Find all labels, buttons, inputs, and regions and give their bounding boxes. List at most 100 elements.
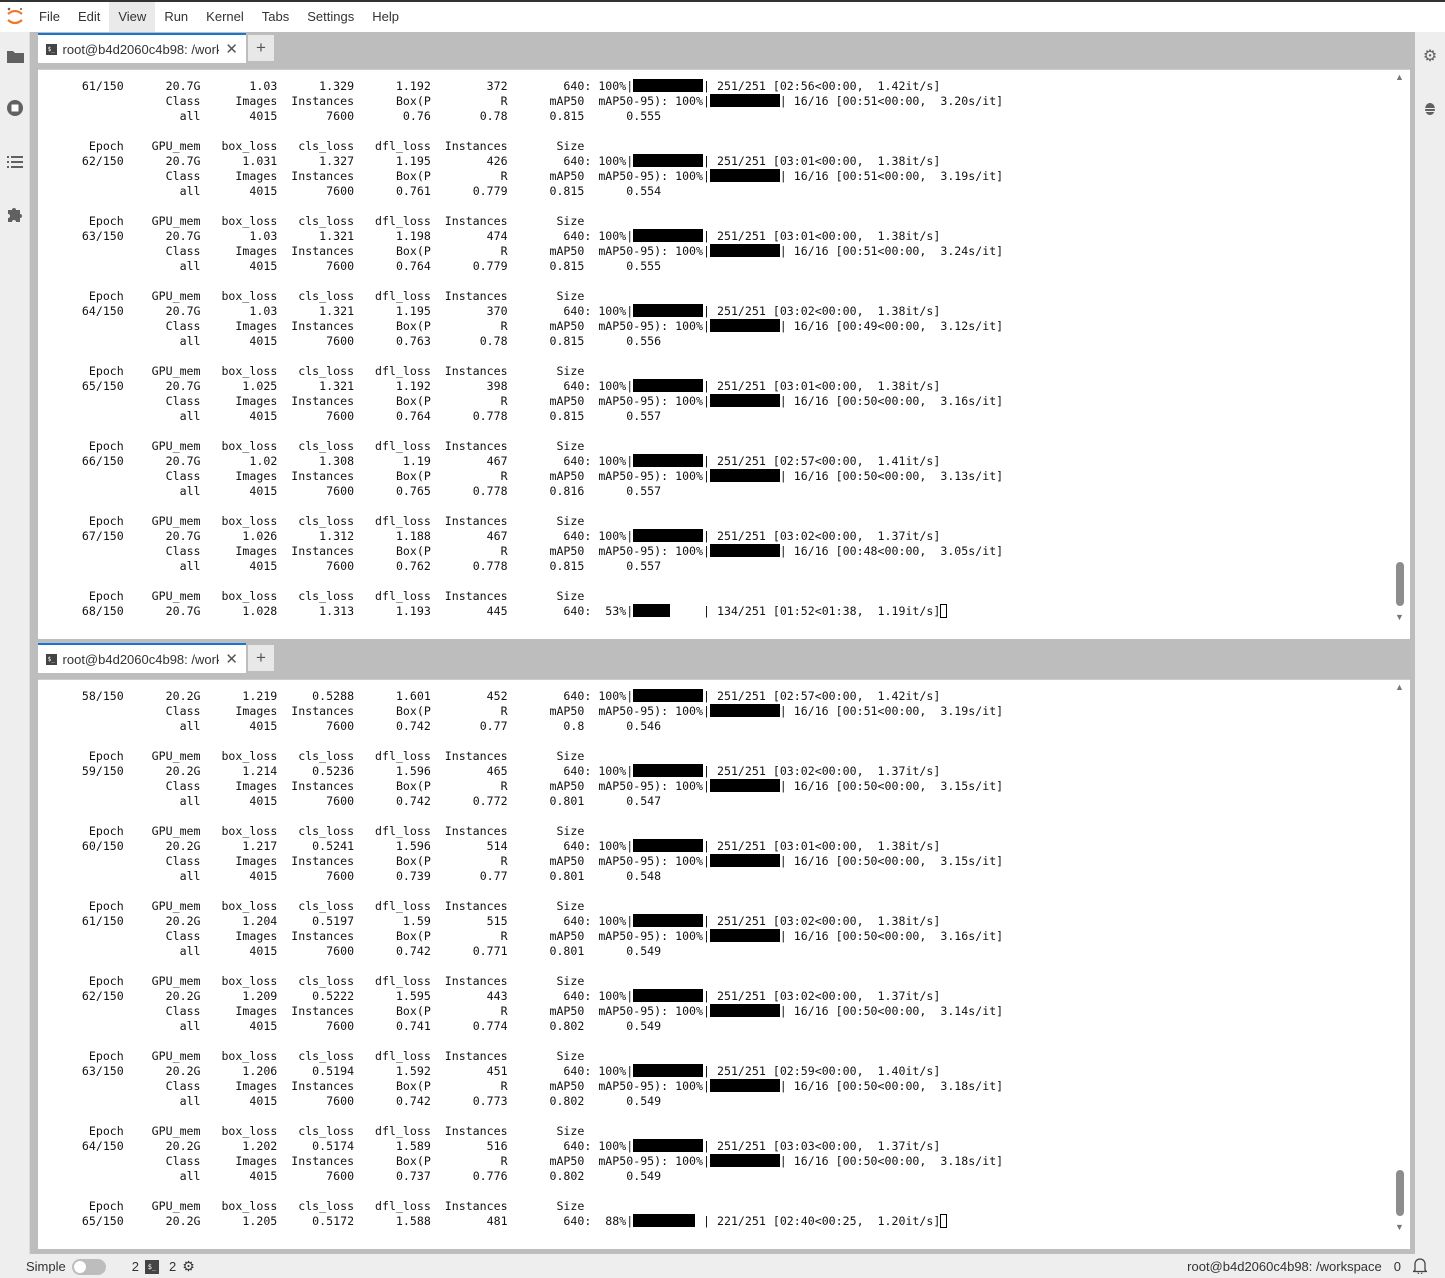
progress-bar-fill xyxy=(710,244,780,257)
column-header: Class xyxy=(165,1079,201,1093)
menu-help[interactable]: Help xyxy=(363,2,408,32)
progress-timing: 00:51<00:00, 3.19s/it xyxy=(842,169,997,183)
debugger-bug-icon[interactable] xyxy=(1420,98,1440,118)
column-header: Size xyxy=(556,439,585,453)
column-header: mAP50-95) xyxy=(598,394,662,408)
terminal-output[interactable]: 58/150 20.2G 1.219 0.5288 1.601 452 640: 100%| |… xyxy=(38,679,1410,1249)
column-header: cls_loss xyxy=(298,1124,355,1138)
column-header: dfl_loss xyxy=(374,1049,431,1063)
new-tab-button[interactable]: + xyxy=(248,35,274,61)
column-header: R xyxy=(500,854,508,868)
column-header: Epoch xyxy=(88,514,124,528)
cls-loss-value: 1.321 xyxy=(319,379,355,393)
class-value: all xyxy=(179,1019,201,1033)
scrollbar-thumb[interactable] xyxy=(1396,562,1404,606)
separator-text: | xyxy=(626,989,634,1003)
separator-text: : xyxy=(661,544,669,558)
progress-count: 16/16 xyxy=(793,319,829,333)
column-header: Box(P xyxy=(395,929,431,943)
bell-icon[interactable] xyxy=(1411,1256,1429,1277)
column-header: cls_loss xyxy=(298,364,355,378)
gpu-mem-value: 20.7G xyxy=(165,529,201,543)
dfl-loss-value: 1.592 xyxy=(395,1064,431,1078)
scrollbar[interactable]: ▲ ▼ xyxy=(1394,70,1406,639)
box-loss-value: 1.209 xyxy=(242,989,278,1003)
validation-metrics-line: all 4015 7600 0.761 0.779 0.815 0.554 xyxy=(47,184,1003,199)
extension-puzzle-icon[interactable] xyxy=(5,204,25,224)
separator-text: | xyxy=(703,244,710,258)
column-header: GPU_mem xyxy=(151,1124,201,1138)
progress-bar xyxy=(633,764,704,777)
column-header: Instances xyxy=(291,469,355,483)
image-size-value: 640 xyxy=(563,604,585,618)
menu-settings[interactable]: Settings xyxy=(298,2,363,32)
separator-text: ] xyxy=(996,704,1004,718)
scrollbar-thumb[interactable] xyxy=(1396,1170,1404,1216)
progress-bar-fill xyxy=(633,689,704,702)
column-header: GPU_mem xyxy=(151,899,201,913)
recall-value: 0.778 xyxy=(472,484,508,498)
instances-value: 467 xyxy=(486,529,508,543)
image-size-value: 640 xyxy=(563,764,585,778)
new-tab-button[interactable]: + xyxy=(248,645,274,671)
separator-text: : xyxy=(661,169,669,183)
separator-text: | xyxy=(703,1139,717,1153)
column-header: Images xyxy=(235,319,278,333)
property-inspector-gears-icon[interactable]: ⚙ xyxy=(1420,46,1440,66)
precision-value: 0.765 xyxy=(395,484,431,498)
instances-value: 7600 xyxy=(326,794,355,808)
scrollbar[interactable]: ▲ ▼ xyxy=(1394,680,1406,1249)
gpu-mem-value: 20.2G xyxy=(165,989,201,1003)
close-tab-icon[interactable]: ✕ xyxy=(225,40,238,58)
cls-loss-value: 0.5288 xyxy=(312,689,355,703)
separator-text: [ xyxy=(828,1079,843,1093)
menu-tabs[interactable]: Tabs xyxy=(253,2,298,32)
image-size-value: 640 xyxy=(563,454,585,468)
map50-value: 0.815 xyxy=(549,559,585,573)
progress-percent: 100% xyxy=(675,1079,704,1093)
progress-percent: 100% xyxy=(598,454,627,468)
terminal-output[interactable]: 61/150 20.7G 1.03 1.329 1.192 372 640: 100%| | 2… xyxy=(38,69,1410,639)
scroll-up-icon[interactable]: ▲ xyxy=(1395,72,1404,82)
separator-text: ] xyxy=(996,1004,1004,1018)
simple-mode-toggle[interactable] xyxy=(71,1258,106,1275)
column-header: Epoch xyxy=(88,289,124,303)
menu-edit[interactable]: Edit xyxy=(69,2,109,32)
separator-text: : xyxy=(584,839,592,853)
terminals-status[interactable]: 2 ⚙ xyxy=(169,1258,195,1275)
scroll-down-icon[interactable]: ▼ xyxy=(1395,612,1404,622)
running-stop-icon[interactable] xyxy=(5,98,25,118)
menu-kernel[interactable]: Kernel xyxy=(197,2,253,32)
separator-text: | xyxy=(779,394,794,408)
map50-95-value: 0.549 xyxy=(626,1169,662,1183)
box-loss-value: 1.026 xyxy=(242,529,278,543)
terminal-tab[interactable]: $_ root@b4d2060c4b98: /workspace ✕ xyxy=(38,33,246,63)
class-value: all xyxy=(179,1169,201,1183)
separator-text: | xyxy=(703,1064,717,1078)
train-progress-line: 58/150 20.2G 1.219 0.5288 1.601 452 640: 100%| |… xyxy=(47,689,1003,704)
images-value: 4015 xyxy=(249,719,278,733)
separator-text: [ xyxy=(765,154,780,168)
terminal-tab[interactable]: $_ root@b4d2060c4b98: /workspace ✕ xyxy=(38,643,246,673)
column-header: GPU_mem xyxy=(151,974,201,988)
terminal-icon: $_ xyxy=(46,43,57,55)
kernels-status[interactable]: 2 $_ xyxy=(132,1259,159,1274)
box-loss-value: 1.205 xyxy=(242,1214,278,1228)
scroll-down-icon[interactable]: ▼ xyxy=(1395,1222,1404,1232)
folder-icon[interactable] xyxy=(5,46,25,66)
column-header: Size xyxy=(556,824,585,838)
gpu-mem-value: 20.7G xyxy=(165,304,201,318)
precision-value: 0.762 xyxy=(395,559,431,573)
scroll-up-icon[interactable]: ▲ xyxy=(1395,682,1404,692)
menu-file[interactable]: File xyxy=(30,2,69,32)
table-of-contents-icon[interactable] xyxy=(5,152,25,172)
menu-run[interactable]: Run xyxy=(155,2,197,32)
instances-value: 451 xyxy=(486,1064,508,1078)
separator-text: [ xyxy=(828,1154,843,1168)
column-header: Epoch xyxy=(88,749,124,763)
epoch-value: 63/150 xyxy=(81,229,124,243)
close-tab-icon[interactable]: ✕ xyxy=(225,650,238,668)
menu-view[interactable]: View xyxy=(109,2,156,32)
column-header: mAP50 xyxy=(549,854,585,868)
